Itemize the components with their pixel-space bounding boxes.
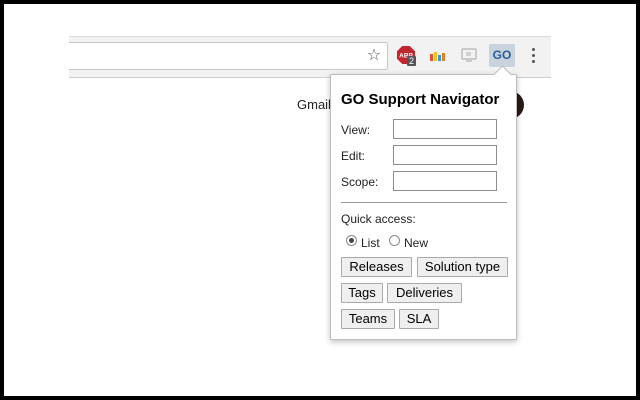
screen-cast-icon[interactable]: [460, 46, 478, 64]
new-radio-label: New: [404, 236, 429, 250]
browser-menu-icon[interactable]: [528, 45, 538, 65]
view-input[interactable]: [393, 119, 497, 139]
list-radio[interactable]: [346, 235, 357, 246]
teams-button[interactable]: Teams: [341, 309, 395, 329]
extension-popup: GO Support Navigator View: Edit: Scope: …: [330, 74, 517, 340]
scope-input[interactable]: [393, 171, 497, 191]
divider: [341, 202, 507, 203]
tags-button[interactable]: Tags: [341, 283, 383, 303]
sla-button[interactable]: SLA: [399, 309, 439, 329]
releases-button[interactable]: Releases: [341, 257, 412, 277]
bar-chart-icon[interactable]: [428, 47, 446, 63]
edit-label: Edit:: [341, 149, 366, 163]
view-label: View:: [341, 123, 371, 137]
new-radio[interactable]: [389, 235, 400, 246]
scope-label: Scope:: [341, 175, 379, 189]
list-radio-label: List: [361, 236, 380, 250]
popup-title: GO Support Navigator: [341, 91, 500, 108]
go-extension-icon[interactable]: GO: [489, 44, 515, 67]
bookmark-star-icon[interactable]: ☆: [365, 46, 383, 64]
gmail-link[interactable]: Gmail: [297, 97, 331, 112]
abp-badge-count: 2: [407, 56, 417, 66]
edit-input[interactable]: [393, 145, 497, 165]
address-bar[interactable]: [69, 42, 388, 70]
adblock-plus-icon[interactable]: ABP 2: [397, 46, 417, 66]
quick-access-label: Quick access:: [341, 212, 416, 226]
deliveries-button[interactable]: Deliveries: [387, 283, 462, 303]
solution-type-button[interactable]: Solution type: [417, 257, 508, 277]
